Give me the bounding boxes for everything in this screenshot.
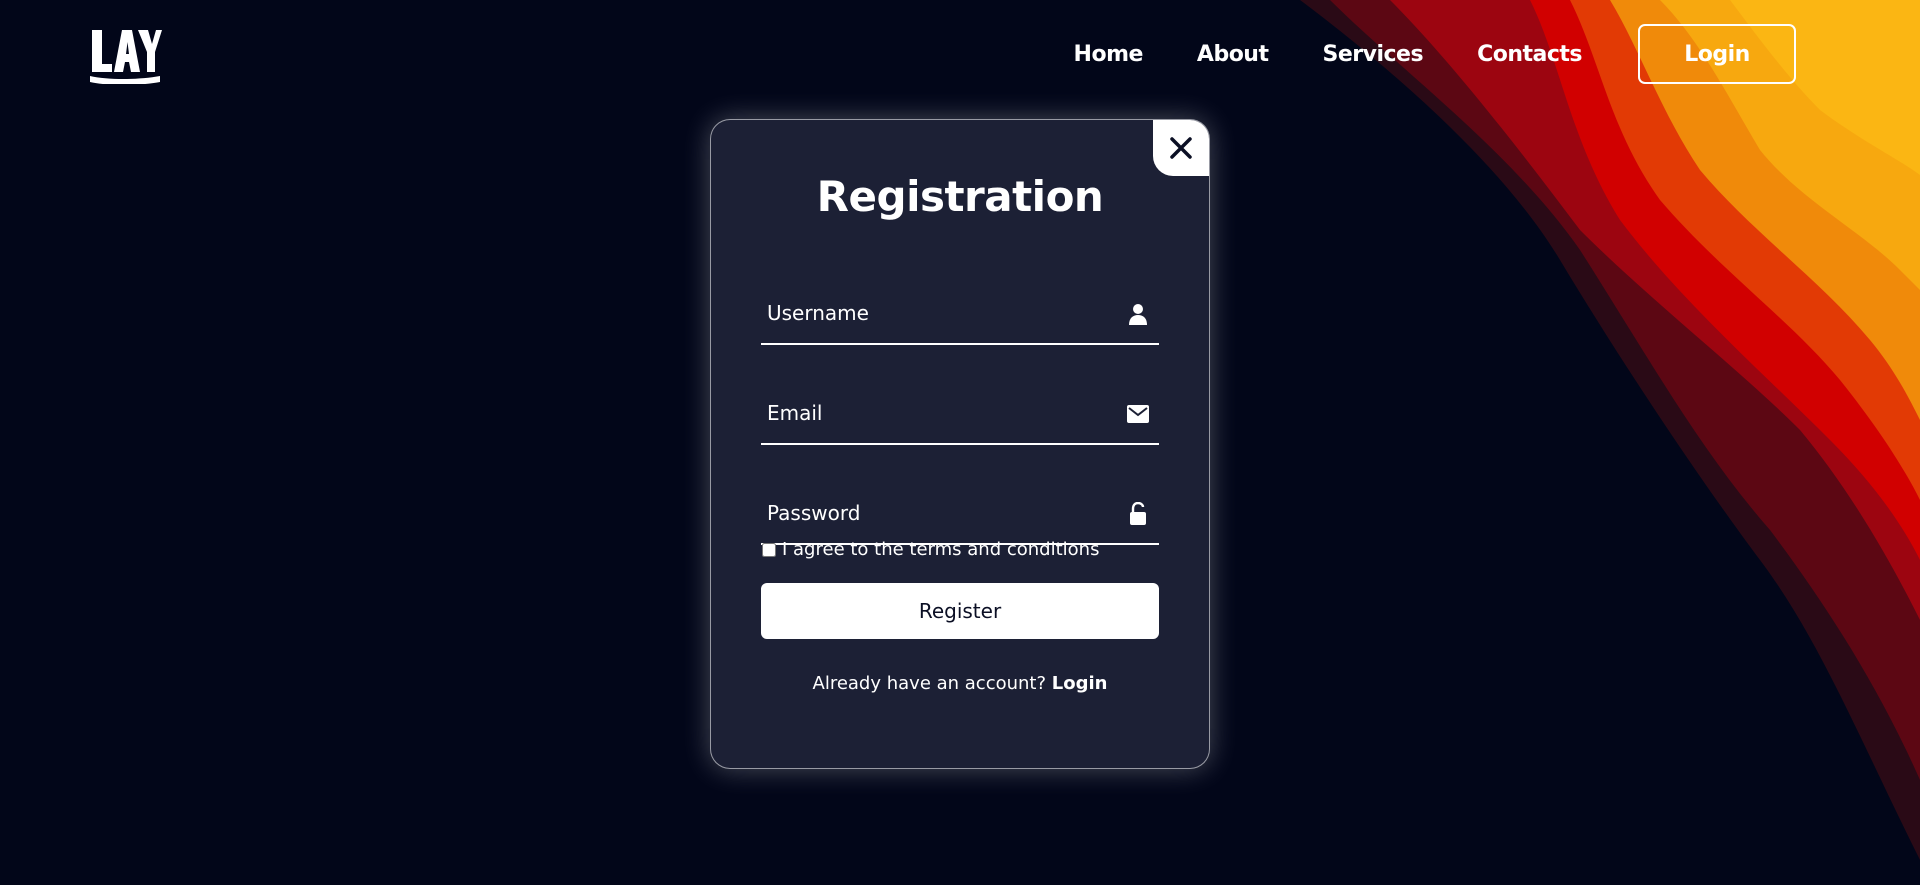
email-input[interactable] <box>761 385 1107 441</box>
nav-services[interactable]: Services <box>1323 42 1424 67</box>
username-field <box>761 285 1159 345</box>
nav-about[interactable]: About <box>1197 42 1269 67</box>
terms-label: I agree to the terms and conditions <box>782 539 1100 560</box>
login-link[interactable]: Login <box>1052 673 1108 694</box>
header-login-button[interactable]: Login <box>1638 24 1796 84</box>
login-prompt-text: Already have an account? <box>812 673 1047 694</box>
nav-contacts[interactable]: Contacts <box>1477 42 1582 67</box>
main-nav: Home About Services Contacts Login <box>1020 22 1796 86</box>
lock-icon <box>1127 502 1149 526</box>
password-input[interactable] <box>761 485 1107 541</box>
email-field <box>761 385 1159 445</box>
login-prompt: Already have an account? Login <box>711 673 1209 694</box>
close-icon <box>1170 137 1192 159</box>
logo-icon <box>90 30 162 85</box>
registration-modal: Registration Username Email I agree to t… <box>710 119 1210 769</box>
terms-row[interactable]: I agree to the terms and conditions <box>761 539 1099 560</box>
nav-home[interactable]: Home <box>1074 42 1144 67</box>
register-button[interactable]: Register <box>761 583 1159 639</box>
password-field <box>761 485 1159 545</box>
page: Home About Services Contacts Login Regis… <box>0 0 1920 885</box>
close-button[interactable] <box>1153 120 1209 176</box>
terms-checkbox[interactable] <box>762 542 776 557</box>
user-icon <box>1127 302 1149 326</box>
username-input[interactable] <box>761 285 1107 341</box>
mail-icon <box>1127 402 1149 426</box>
logo[interactable] <box>88 28 162 85</box>
modal-title: Registration <box>816 172 1104 221</box>
